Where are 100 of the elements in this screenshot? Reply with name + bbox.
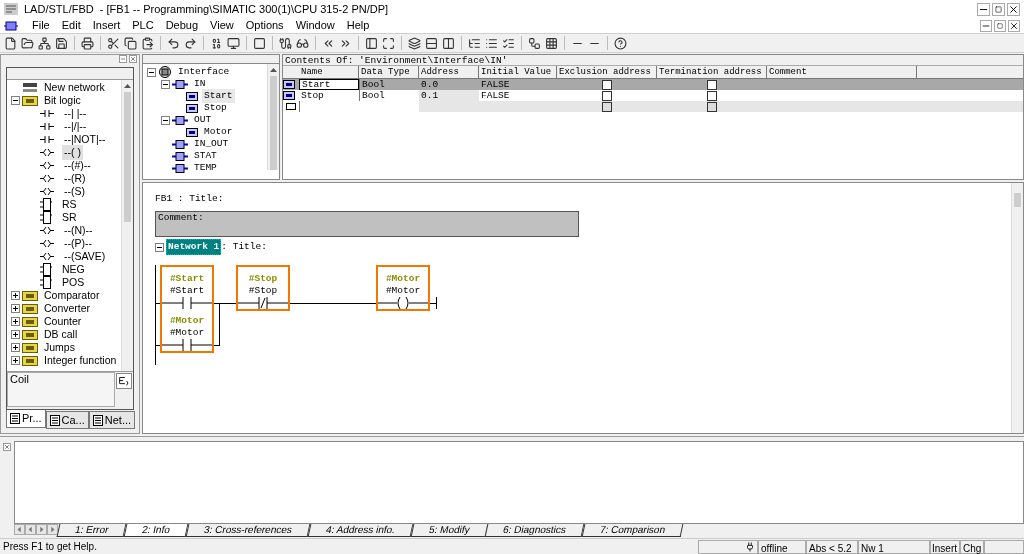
panel-tab[interactable]: Pr... (6, 410, 46, 428)
list-tree-icon[interactable] (468, 36, 481, 50)
catalog-item[interactable]: --( ) (62, 144, 83, 161)
checkbox[interactable] (602, 79, 612, 90)
expand-icon[interactable] (11, 317, 20, 326)
function-box-icon (40, 198, 52, 211)
tab-scroll-icon[interactable] (36, 524, 47, 535)
menu-item[interactable]: Edit (55, 17, 87, 34)
output-tab[interactable]: 6: Diagnostics (485, 524, 585, 537)
output-tab[interactable]: 2: Info (123, 524, 189, 537)
collapse-icon[interactable] (155, 242, 164, 252)
branch-connector (214, 303, 220, 346)
column-header[interactable]: Initial Value (479, 66, 557, 78)
copy-icon[interactable] (124, 36, 137, 50)
list-checks-icon[interactable] (502, 36, 515, 50)
connector-icon (172, 79, 188, 89)
layers-icon[interactable] (408, 36, 421, 50)
menu-item[interactable]: Window (289, 17, 341, 34)
menu-item[interactable]: Insert (86, 17, 127, 34)
save-icon[interactable] (55, 36, 68, 50)
printer-icon[interactable] (81, 36, 94, 50)
menu-item[interactable]: File (26, 17, 56, 34)
column-header[interactable]: Comment (767, 66, 917, 78)
folder-icon (22, 316, 38, 327)
paste-icon[interactable] (141, 36, 154, 50)
path-label: Contents Of: 'Environment\Interface\IN' (283, 55, 1023, 66)
scrollbar[interactable] (121, 80, 133, 371)
checkbox[interactable] (707, 79, 717, 90)
column-header[interactable]: Exclusion address (557, 66, 657, 78)
menu-item[interactable]: PLC (126, 17, 160, 34)
collapse-icon[interactable] (11, 96, 20, 105)
output-tab[interactable]: 7: Comparison (581, 524, 684, 537)
redo-icon[interactable] (184, 36, 197, 50)
new-file-icon[interactable] (4, 36, 17, 50)
panel-tab[interactable]: Ca... (45, 411, 89, 429)
close-icon[interactable] (1007, 2, 1020, 16)
expand-icon[interactable] (11, 330, 20, 339)
tab-scroll-icon[interactable] (25, 524, 36, 535)
help-icon[interactable] (614, 36, 627, 50)
comment-field[interactable]: Comment: (155, 211, 579, 237)
tab-scroll-icon[interactable] (47, 524, 58, 535)
scroll-up-icon[interactable] (124, 84, 131, 88)
expand-icon[interactable] (11, 291, 20, 300)
glasses-icon[interactable] (296, 36, 309, 50)
close-icon[interactable] (1008, 19, 1020, 32)
collapse-icon[interactable] (147, 67, 156, 77)
menu-item[interactable]: View (204, 17, 240, 34)
output-tab[interactable]: 4: Address info. (307, 524, 414, 537)
panel-icon[interactable] (365, 36, 378, 50)
menu-item[interactable]: Help (340, 17, 376, 34)
symbol-label: #Motor (169, 315, 205, 327)
output-tab[interactable]: 3: Cross-references (185, 524, 311, 537)
square-icon[interactable] (253, 36, 266, 50)
rows-icon[interactable] (425, 36, 438, 50)
document-icon[interactable] (4, 20, 18, 31)
scissors-icon[interactable] (107, 36, 120, 50)
minimize-icon[interactable] (977, 2, 990, 16)
scroll-up-icon[interactable] (270, 68, 277, 72)
network-icon[interactable] (38, 36, 51, 50)
workflow-icon[interactable] (528, 36, 541, 50)
undo-icon[interactable] (167, 36, 180, 50)
column-header[interactable]: Name (299, 66, 359, 78)
column-header[interactable]: Address (419, 66, 479, 78)
columns-icon[interactable] (442, 36, 455, 50)
collapse-icon[interactable] (161, 79, 170, 89)
frame-icon[interactable] (382, 36, 395, 50)
menu-item[interactable]: Options (239, 17, 290, 34)
column-header[interactable]: Termination address (657, 66, 767, 78)
folder-icon (22, 329, 38, 340)
new-row-icon[interactable] (286, 103, 296, 110)
network-label[interactable]: Network 1 (166, 238, 222, 256)
variable-icon (186, 127, 198, 137)
table-row[interactable]: Start Bool 0.0 FALSE (283, 79, 1023, 90)
monitor-icon[interactable] (227, 36, 240, 50)
expand-icon[interactable] (11, 356, 20, 365)
collapse-icon[interactable] (161, 115, 170, 125)
cable-icon[interactable] (279, 36, 292, 50)
expand-icon[interactable] (11, 343, 20, 352)
binary-icon[interactable] (210, 36, 223, 50)
list-icon[interactable] (485, 36, 498, 50)
checkbox[interactable] (602, 90, 612, 101)
operand-label: #Start (169, 285, 205, 297)
output-tab[interactable]: 1: Error (56, 524, 127, 537)
menu-item[interactable]: Debug (159, 17, 205, 34)
highlight-frame[interactable]: #Start #Start #Motor #Motor (160, 265, 214, 353)
highlight-frame[interactable]: #Stop #Stop (236, 265, 290, 311)
expand-icon[interactable] (11, 304, 20, 313)
scrollbar[interactable] (267, 64, 279, 170)
column-header[interactable]: Data Type (359, 66, 419, 78)
tab-scroll-icon[interactable] (14, 524, 25, 535)
grid-icon[interactable] (545, 36, 558, 50)
highlight-frame[interactable]: #Motor #Motor (376, 265, 430, 311)
panel-tab[interactable]: Net... (88, 411, 136, 429)
checkbox[interactable] (707, 90, 717, 101)
folder-icon[interactable] (21, 36, 34, 50)
contact-symbol (238, 297, 288, 309)
interface-item[interactable]: Start (202, 88, 235, 104)
symbol-icon[interactable] (116, 373, 132, 389)
scrollbar[interactable] (1011, 183, 1023, 433)
output-tab[interactable]: 5: Modify (410, 524, 488, 537)
